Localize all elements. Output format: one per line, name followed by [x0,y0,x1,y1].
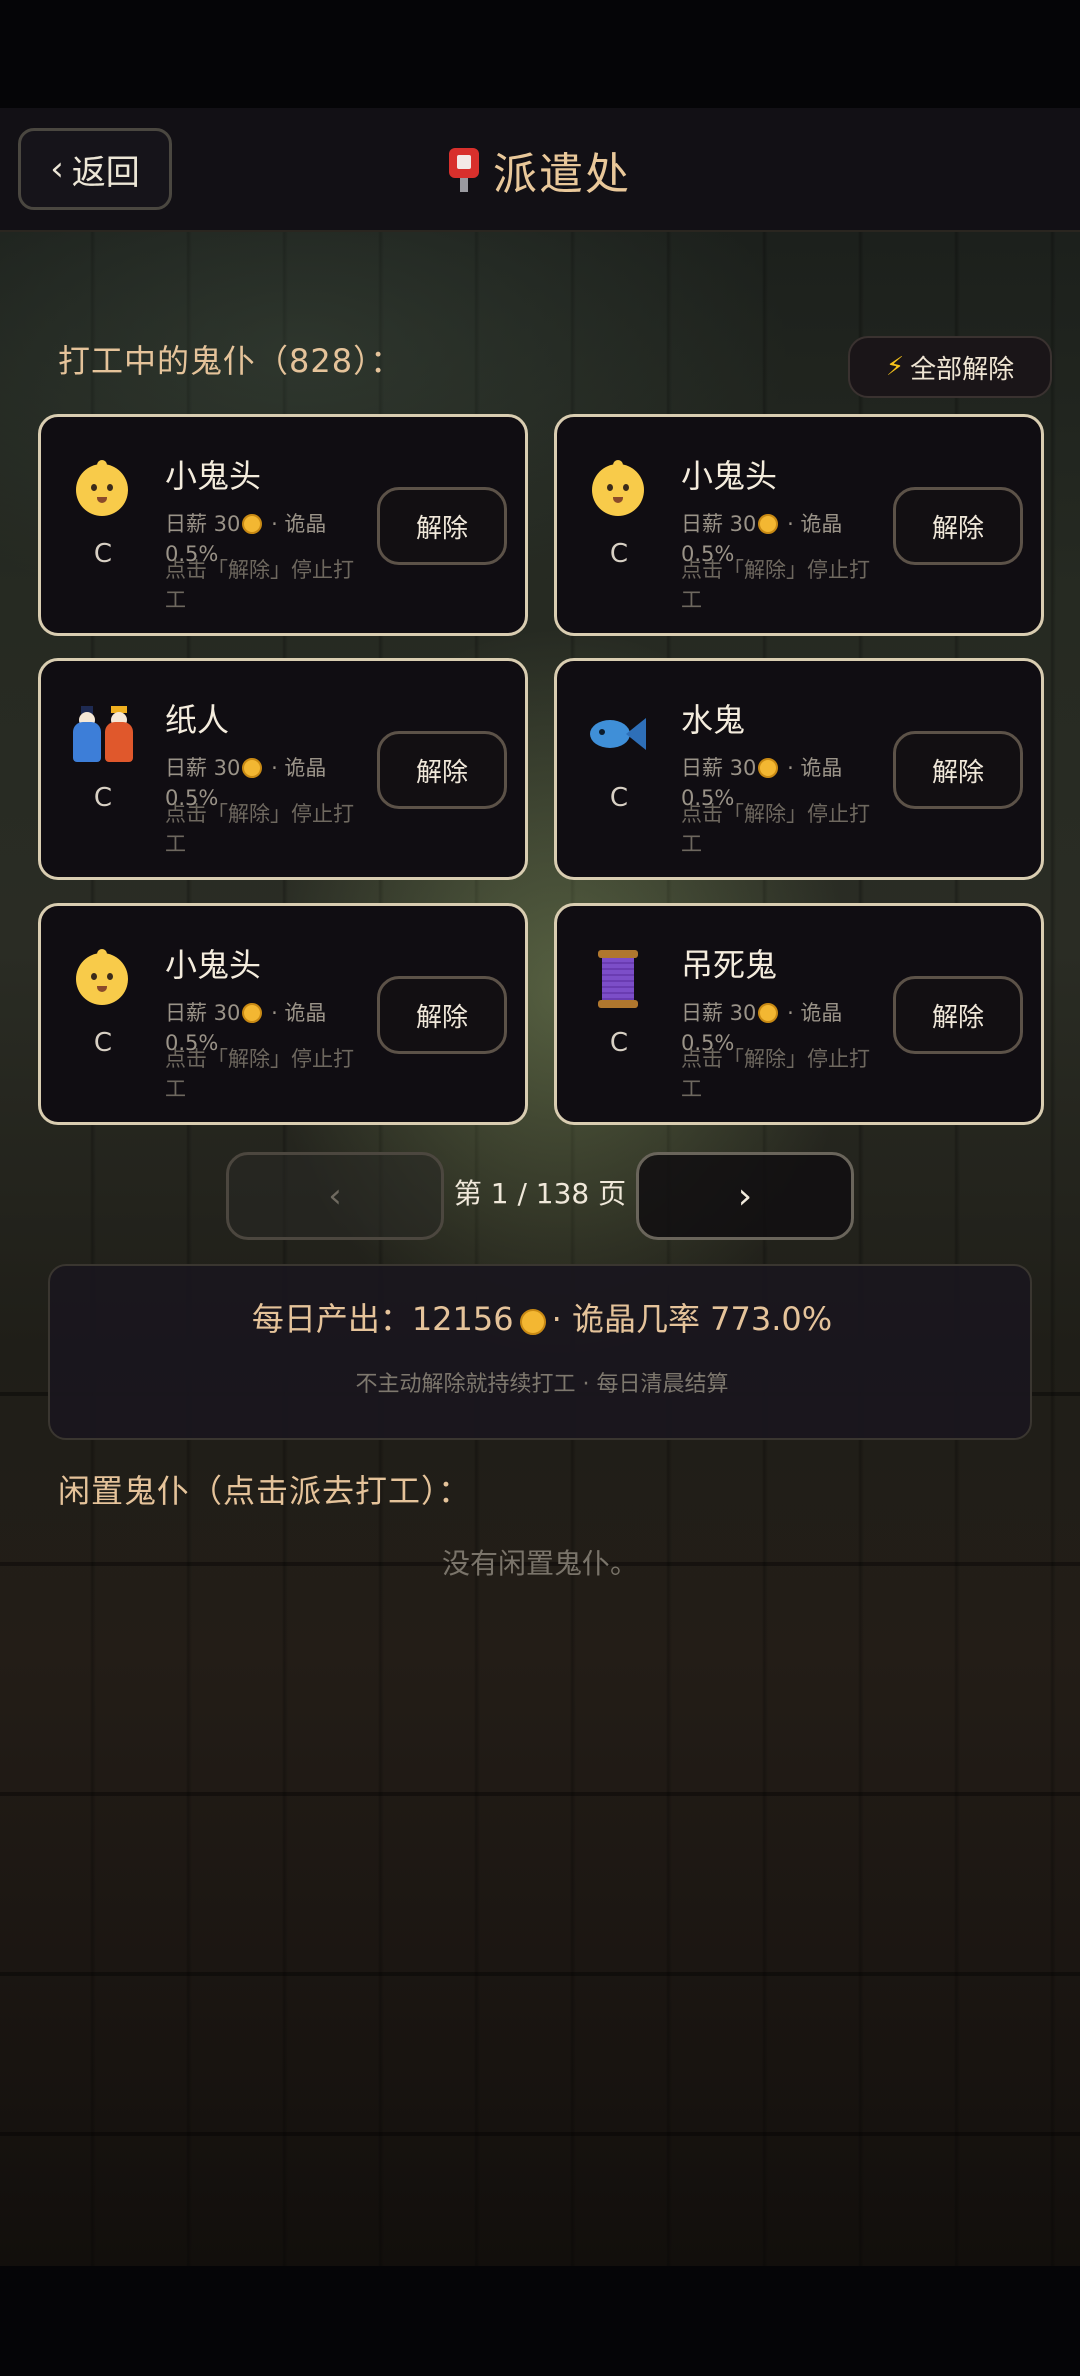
worker-hint: 点击「解除」停止打工 [165,558,354,612]
worker-name: 水鬼 [681,701,746,739]
page-title-text: 派遣处 [493,149,631,200]
baby-face-icon [587,459,649,521]
release-button[interactable]: 解除 [893,487,1023,565]
worker-grade: C [609,783,629,813]
daily-output-text: 每日产出：12156 · 诡晶几率 773.0% [251,1300,833,1338]
paper-dolls-icon [71,703,133,765]
worker-grade: C [93,783,113,813]
coin-icon [519,1309,546,1335]
screen: ‹ 返回 派遣处 打工中的鬼仆（828）： ⚡ 全部解除 C 小鬼头 日薪 30… [0,0,1080,2376]
baby-face-icon [71,459,133,521]
release-button[interactable]: 解除 [377,976,507,1054]
worker-card: C 纸人 日薪 30 · 诡晶 0.5% 点击「解除」停止打工 解除 [38,658,528,880]
worker-hint: 点击「解除」停止打工 [681,1047,870,1101]
status-bar [0,0,1080,108]
daily-output-panel: 每日产出：12156 · 诡晶几率 773.0% 不主动解除就持续打工 · 每日清… [48,1264,1032,1440]
working-section-label: 打工中的鬼仆（828）： [58,342,404,380]
worker-card: C 小鬼头 日薪 30 · 诡晶 0.5% 点击「解除」停止打工 解除 [554,414,1044,636]
worker-name: 纸人 [165,701,230,739]
mailbox-icon [449,148,479,192]
worker-grade: C [93,539,113,569]
worker-hint: 点击「解除」停止打工 [165,802,354,856]
worker-name: 小鬼头 [681,457,778,495]
release-all-label: 全部解除 [910,354,1015,385]
worker-grade: C [609,539,629,569]
worker-card: C 小鬼头 日薪 30 · 诡晶 0.5% 点击「解除」停止打工 解除 [38,903,528,1125]
chevron-right-icon: › [737,1175,753,1217]
release-button[interactable]: 解除 [377,487,507,565]
page-title: 派遣处 [0,108,1080,232]
release-button[interactable]: 解除 [377,731,507,809]
worker-grade: C [93,1028,113,1058]
worker-name: 吊死鬼 [681,946,778,984]
coin-icon [758,514,779,534]
lightning-icon: ⚡ [885,352,905,382]
idle-section-label: 闲置鬼仆（点击派去打工）： [58,1472,472,1510]
worker-card: C 吊死鬼 日薪 30 · 诡晶 0.5% 点击「解除」停止打工 解除 [554,903,1044,1125]
coin-icon [758,1003,779,1023]
top-bar: ‹ 返回 派遣处 [0,108,1080,232]
worker-hint: 点击「解除」停止打工 [681,802,870,856]
previous-page-button[interactable]: ‹ [226,1152,444,1240]
worker-name: 小鬼头 [165,946,262,984]
navigation-bar [0,2266,1080,2376]
worker-card: C 水鬼 日薪 30 · 诡晶 0.5% 点击「解除」停止打工 解除 [554,658,1044,880]
fish-icon [587,703,649,765]
thread-spool-icon [587,948,649,1010]
worker-hint: 点击「解除」停止打工 [681,558,870,612]
coin-icon [242,514,263,534]
page-indicator: 第 1 / 138 页 [453,1177,627,1210]
worker-name: 小鬼头 [165,457,262,495]
idle-empty-text: 没有闲置鬼仆。 [441,1547,638,1580]
worker-card: C 小鬼头 日薪 30 · 诡晶 0.5% 点击「解除」停止打工 解除 [38,414,528,636]
worker-hint: 点击「解除」停止打工 [165,1047,354,1101]
release-button[interactable]: 解除 [893,731,1023,809]
release-all-button[interactable]: ⚡ 全部解除 [848,336,1052,398]
chevron-left-icon: ‹ [328,1176,342,1216]
coin-icon [242,1003,263,1023]
coin-icon [758,758,779,778]
coin-icon [242,758,263,778]
next-page-button[interactable]: › [636,1152,854,1240]
worker-grade: C [609,1028,629,1058]
baby-face-icon [71,948,133,1010]
release-button[interactable]: 解除 [893,976,1023,1054]
daily-output-note: 不主动解除就持续打工 · 每日清晨结算 [355,1372,729,1397]
